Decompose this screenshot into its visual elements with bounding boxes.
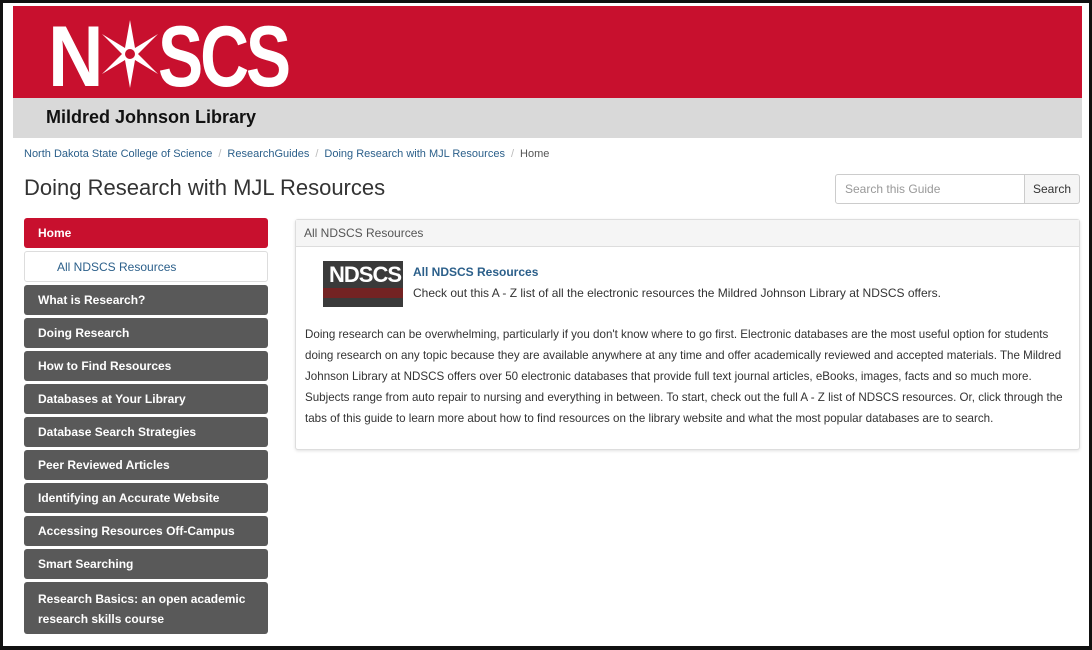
breadcrumb-college[interactable]: North Dakota State College of Science bbox=[24, 148, 212, 160]
nav-item-doing-research[interactable]: Doing Research bbox=[24, 318, 268, 348]
guide-search: Search bbox=[835, 174, 1080, 204]
nav-item-smart-searching[interactable]: Smart Searching bbox=[24, 549, 268, 579]
thumbnail-band bbox=[323, 288, 403, 298]
library-name: Mildred Johnson Library bbox=[46, 107, 257, 127]
nav-item-accessing-resources-off-campus[interactable]: Accessing Resources Off-Campus bbox=[24, 516, 268, 546]
resource-entry: NDSCS All NDSCS Resources Check out this… bbox=[323, 261, 1063, 311]
breadcrumb-separator: / bbox=[218, 148, 222, 160]
nav-item-identifying-accurate-website[interactable]: Identifying an Accurate Website bbox=[24, 483, 268, 513]
search-input[interactable] bbox=[835, 174, 1025, 204]
nav-item-database-search-strategies[interactable]: Database Search Strategies bbox=[24, 417, 268, 447]
svg-text:N: N bbox=[48, 14, 100, 94]
ndscs-logo[interactable]: N SCS bbox=[46, 14, 291, 94]
nav-item-what-is-research[interactable]: What is Research? bbox=[24, 285, 268, 315]
content-box-heading: All NDSCS Resources bbox=[296, 220, 1079, 247]
breadcrumb-guide[interactable]: Doing Research with MJL Resources bbox=[324, 148, 505, 160]
nav-item-how-to-find-resources[interactable]: How to Find Resources bbox=[24, 351, 268, 381]
breadcrumb-current: Home bbox=[520, 148, 550, 160]
nav-item-databases-at-your-library[interactable]: Databases at Your Library bbox=[24, 384, 268, 414]
nav-item-home[interactable]: Home bbox=[24, 218, 268, 248]
nav-item-peer-reviewed-articles[interactable]: Peer Reviewed Articles bbox=[24, 450, 268, 480]
breadcrumb: North Dakota State College of Science / Re… bbox=[24, 148, 549, 160]
resource-link[interactable]: All NDSCS Resources bbox=[413, 265, 538, 279]
header-banner: N SCS bbox=[13, 6, 1082, 98]
svg-text:SCS: SCS bbox=[158, 14, 288, 94]
page-title: Doing Research with MJL Resources bbox=[24, 175, 386, 200]
breadcrumb-research-guides[interactable]: ResearchGuides bbox=[227, 148, 309, 160]
nav-item-research-basics[interactable]: Research Basics: an open academic resear… bbox=[24, 582, 268, 634]
guide-sidebar-nav: Home All NDSCS Resources What is Researc… bbox=[24, 218, 268, 637]
nav-subitem-all-ndscs-resources[interactable]: All NDSCS Resources bbox=[24, 251, 268, 282]
search-button[interactable]: Search bbox=[1025, 174, 1080, 204]
resource-thumbnail[interactable]: NDSCS bbox=[323, 261, 403, 307]
resource-description: Check out this A - Z list of all the ele… bbox=[413, 286, 942, 300]
ndscs-logo-graphic: N SCS bbox=[48, 14, 291, 94]
library-name-bar: Mildred Johnson Library bbox=[13, 98, 1082, 138]
breadcrumb-separator: / bbox=[315, 148, 319, 160]
breadcrumb-separator: / bbox=[510, 148, 515, 160]
content-box-all-ndscs-resources: All NDSCS Resources NDSCS All NDSCS Reso… bbox=[295, 219, 1080, 450]
star-icon bbox=[102, 20, 158, 88]
screenshot-frame: N SCS Mildred Johnson Library North Dako… bbox=[0, 0, 1092, 650]
thumbnail-logo-text: NDSCS bbox=[329, 262, 402, 287]
intro-paragraph: Doing research can be overwhelming, part… bbox=[305, 328, 1063, 425]
